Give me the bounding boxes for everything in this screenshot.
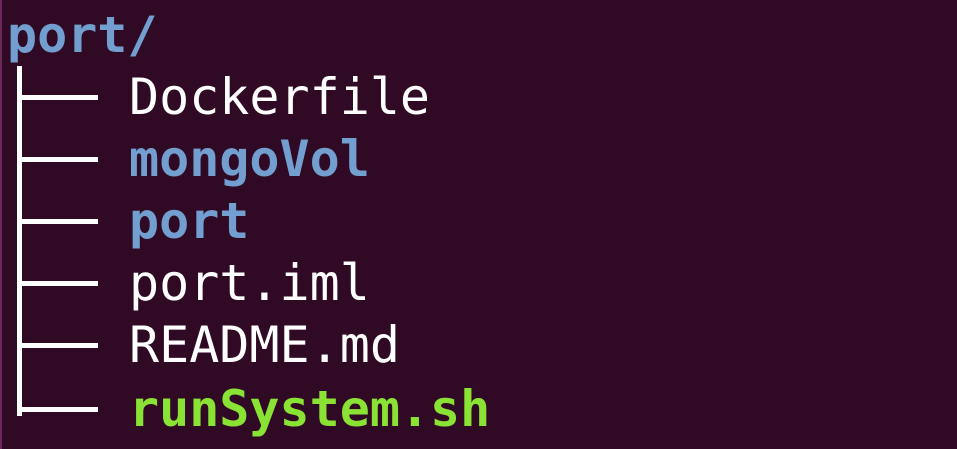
- terminal-output[interactable]: port/ Dockerfile mongoVol port port.iml …: [0, 0, 957, 449]
- tree-entry: port: [17, 190, 917, 252]
- tree-entry: README.md: [17, 314, 917, 376]
- tree-entry: mongoVol: [17, 128, 917, 190]
- tree-root-directory: port/: [7, 6, 158, 64]
- tree-branch-line: [17, 95, 98, 100]
- tree-entry: Dockerfile: [17, 66, 917, 128]
- tree-entry: runSystem.sh: [17, 378, 917, 440]
- tree-entry-name: port.iml: [129, 254, 370, 312]
- tree-entry-name: README.md: [129, 316, 400, 374]
- tree-entry-name: mongoVol: [129, 130, 370, 188]
- tree-entry-name: Dockerfile: [129, 68, 431, 126]
- tree-branch-line: [17, 281, 98, 286]
- tree-entry-name: runSystem.sh: [129, 380, 491, 438]
- tree-branch-line: [17, 157, 98, 162]
- tree-entry-name: port: [129, 192, 250, 250]
- tree-branch-line: [17, 407, 98, 412]
- tree-branch-line: [17, 343, 98, 348]
- tree-branch-line: [17, 219, 98, 224]
- tree-entry: port.iml: [17, 252, 917, 314]
